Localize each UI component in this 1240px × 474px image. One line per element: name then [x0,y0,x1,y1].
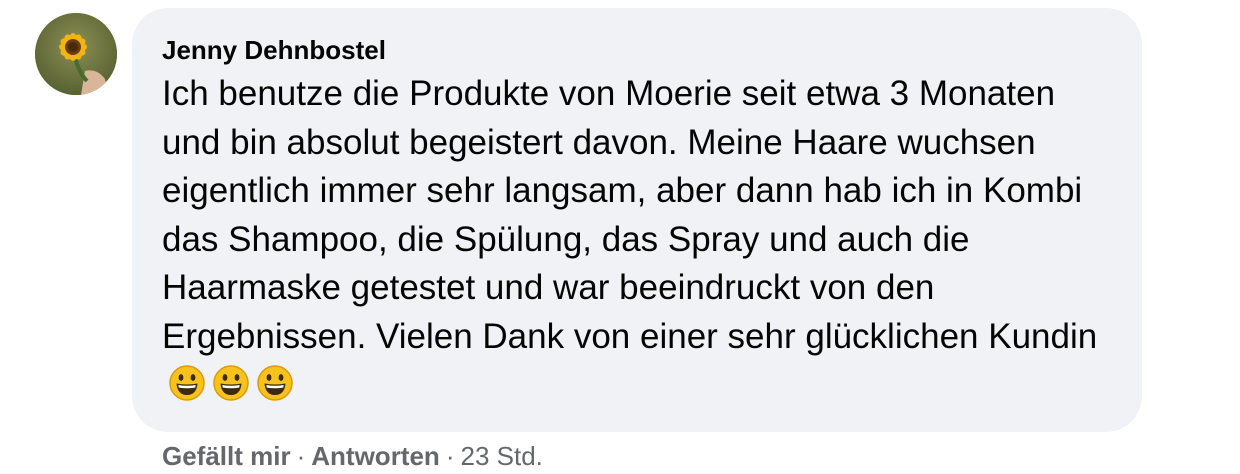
comment-text: Ich benutze die Produkte von Moerie seit… [162,74,1098,356]
separator-dot: · [445,441,455,471]
separator-dot: · [296,441,306,471]
grinning-face-emoji-icon [256,364,294,402]
avatar[interactable] [35,13,117,95]
comment-text-container: Ich benutze die Produkte von Moerie seit… [162,70,1112,410]
grinning-face-emoji-icon [212,364,250,402]
comment-timestamp[interactable]: 23 Std. [460,441,542,471]
emoji-group [168,364,294,402]
grinning-face-emoji-icon [168,364,206,402]
sunflower-avatar-image [35,13,117,95]
reply-button[interactable]: Antworten [311,441,440,471]
comment-actions: Gefällt mir · Antworten · 23 Std. [162,438,543,474]
comment-author[interactable]: Jenny Dehnbostel [162,34,1112,66]
like-button[interactable]: Gefällt mir [162,441,291,471]
comment-bubble: Jenny Dehnbostel Ich benutze die Produkt… [132,8,1142,432]
